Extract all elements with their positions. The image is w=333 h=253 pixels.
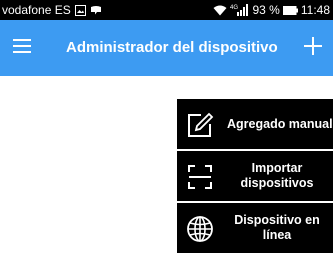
add-device-button[interactable] [297, 32, 329, 64]
clock: 11:48 [300, 3, 330, 17]
battery-icon [282, 5, 298, 15]
scan-frame-icon [184, 161, 216, 193]
status-bar: vodafone ES 4G 93 % 11:48 [0, 0, 333, 20]
signal-label: 4G [230, 5, 238, 11]
app-bar: Administrador del dispositivo [0, 20, 333, 76]
page-title: Administrador del dispositivo [66, 39, 278, 56]
menu-item-label: Importar dispositivos [240, 161, 314, 190]
menu-item-manual-add[interactable]: Agregado manual [177, 99, 333, 149]
signal-icon: 4G [230, 4, 250, 16]
carrier-name: vodafone ES [2, 3, 71, 17]
popup-menu: Agregado manual Importar dispositivos Di… [177, 99, 333, 253]
status-right: 4G 93 % 11:48 [213, 3, 330, 17]
battery-percent: 93 % [252, 3, 280, 17]
notification-icon [90, 5, 102, 15]
gallery-icon [74, 4, 86, 16]
menu-item-label: Agregado manual [227, 116, 333, 131]
menu-item-online-device[interactable]: Dispositivo en línea [177, 203, 333, 253]
menu-item-label: Dispositivo en línea [234, 213, 320, 242]
edit-square-icon [184, 109, 216, 141]
menu-item-import-devices[interactable]: Importar dispositivos [177, 151, 333, 201]
wifi-icon [213, 5, 227, 16]
hamburger-menu-button[interactable] [6, 32, 38, 64]
hamburger-menu-icon [13, 38, 31, 58]
plus-icon [304, 36, 322, 60]
globe-icon [184, 213, 216, 245]
status-left: vodafone ES [2, 3, 102, 17]
